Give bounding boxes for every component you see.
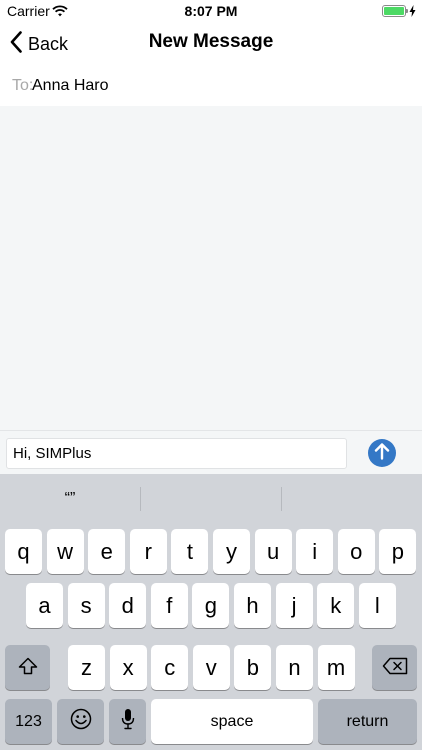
key-s[interactable]: s bbox=[67, 583, 105, 628]
battery-icon bbox=[382, 5, 406, 17]
message-thread-area bbox=[0, 106, 422, 430]
shift-key[interactable] bbox=[5, 645, 50, 690]
status-bar: Carrier 8:07 PM bbox=[0, 0, 422, 22]
key-o[interactable]: o bbox=[337, 529, 375, 574]
key-k[interactable]: k bbox=[317, 583, 355, 628]
key-r[interactable]: r bbox=[129, 529, 167, 574]
space-key[interactable]: space bbox=[151, 699, 313, 744]
arrow-up-icon bbox=[374, 442, 390, 465]
microphone-icon bbox=[121, 708, 135, 736]
battery-cap bbox=[406, 9, 408, 13]
to-label: To: bbox=[12, 77, 34, 94]
page-title: New Message bbox=[148, 31, 274, 52]
key-c[interactable]: c bbox=[151, 645, 189, 690]
key-v[interactable]: v bbox=[192, 645, 230, 690]
navigation-bar: Back New Message bbox=[0, 22, 422, 66]
send-button[interactable] bbox=[368, 439, 396, 467]
key-d[interactable]: d bbox=[109, 583, 147, 628]
key-e[interactable]: e bbox=[88, 529, 126, 574]
emoji-icon bbox=[70, 708, 92, 736]
numbers-key[interactable]: 123 bbox=[5, 699, 52, 744]
return-key[interactable]: return bbox=[318, 699, 417, 744]
key-y[interactable]: y bbox=[213, 529, 250, 574]
key-u[interactable]: u bbox=[254, 529, 292, 574]
suggestion-2[interactable] bbox=[141, 474, 281, 524]
key-a[interactable]: a bbox=[26, 583, 63, 628]
charging-bolt-icon bbox=[409, 4, 416, 22]
key-w[interactable]: w bbox=[46, 529, 84, 574]
suggestion-bar: “” bbox=[0, 474, 422, 524]
key-t[interactable]: t bbox=[171, 529, 209, 574]
battery-level bbox=[384, 7, 404, 15]
key-g[interactable]: g bbox=[192, 583, 230, 628]
key-f[interactable]: f bbox=[150, 583, 188, 628]
emoji-key[interactable] bbox=[57, 699, 104, 744]
shift-icon bbox=[18, 655, 38, 681]
composer-bar bbox=[0, 430, 422, 474]
key-i[interactable]: i bbox=[296, 529, 334, 574]
delete-key[interactable] bbox=[372, 645, 417, 690]
recipient-field[interactable]: To: Anna Haro bbox=[0, 66, 422, 106]
key-n[interactable]: n bbox=[276, 645, 313, 690]
backspace-icon bbox=[382, 655, 408, 681]
key-z[interactable]: z bbox=[68, 645, 105, 690]
keyboard: “” 123 space return qwerty u i o p a s d… bbox=[0, 474, 422, 750]
dictation-key[interactable] bbox=[109, 699, 146, 744]
key-l[interactable]: l bbox=[358, 583, 396, 628]
status-time: 8:07 PM bbox=[184, 3, 238, 19]
message-input[interactable] bbox=[6, 438, 347, 469]
key-b[interactable]: b bbox=[234, 645, 272, 690]
key-m[interactable]: m bbox=[317, 645, 355, 690]
key-q[interactable]: q bbox=[5, 529, 42, 574]
key-j[interactable]: j bbox=[275, 583, 313, 628]
suggestion-3[interactable] bbox=[282, 474, 422, 524]
recipient-name: Anna Haro bbox=[32, 77, 109, 94]
key-h[interactable]: h bbox=[234, 583, 271, 628]
key-p[interactable]: p bbox=[379, 529, 417, 574]
suggestion-1[interactable]: “” bbox=[0, 474, 140, 524]
key-x[interactable]: x bbox=[109, 645, 147, 690]
